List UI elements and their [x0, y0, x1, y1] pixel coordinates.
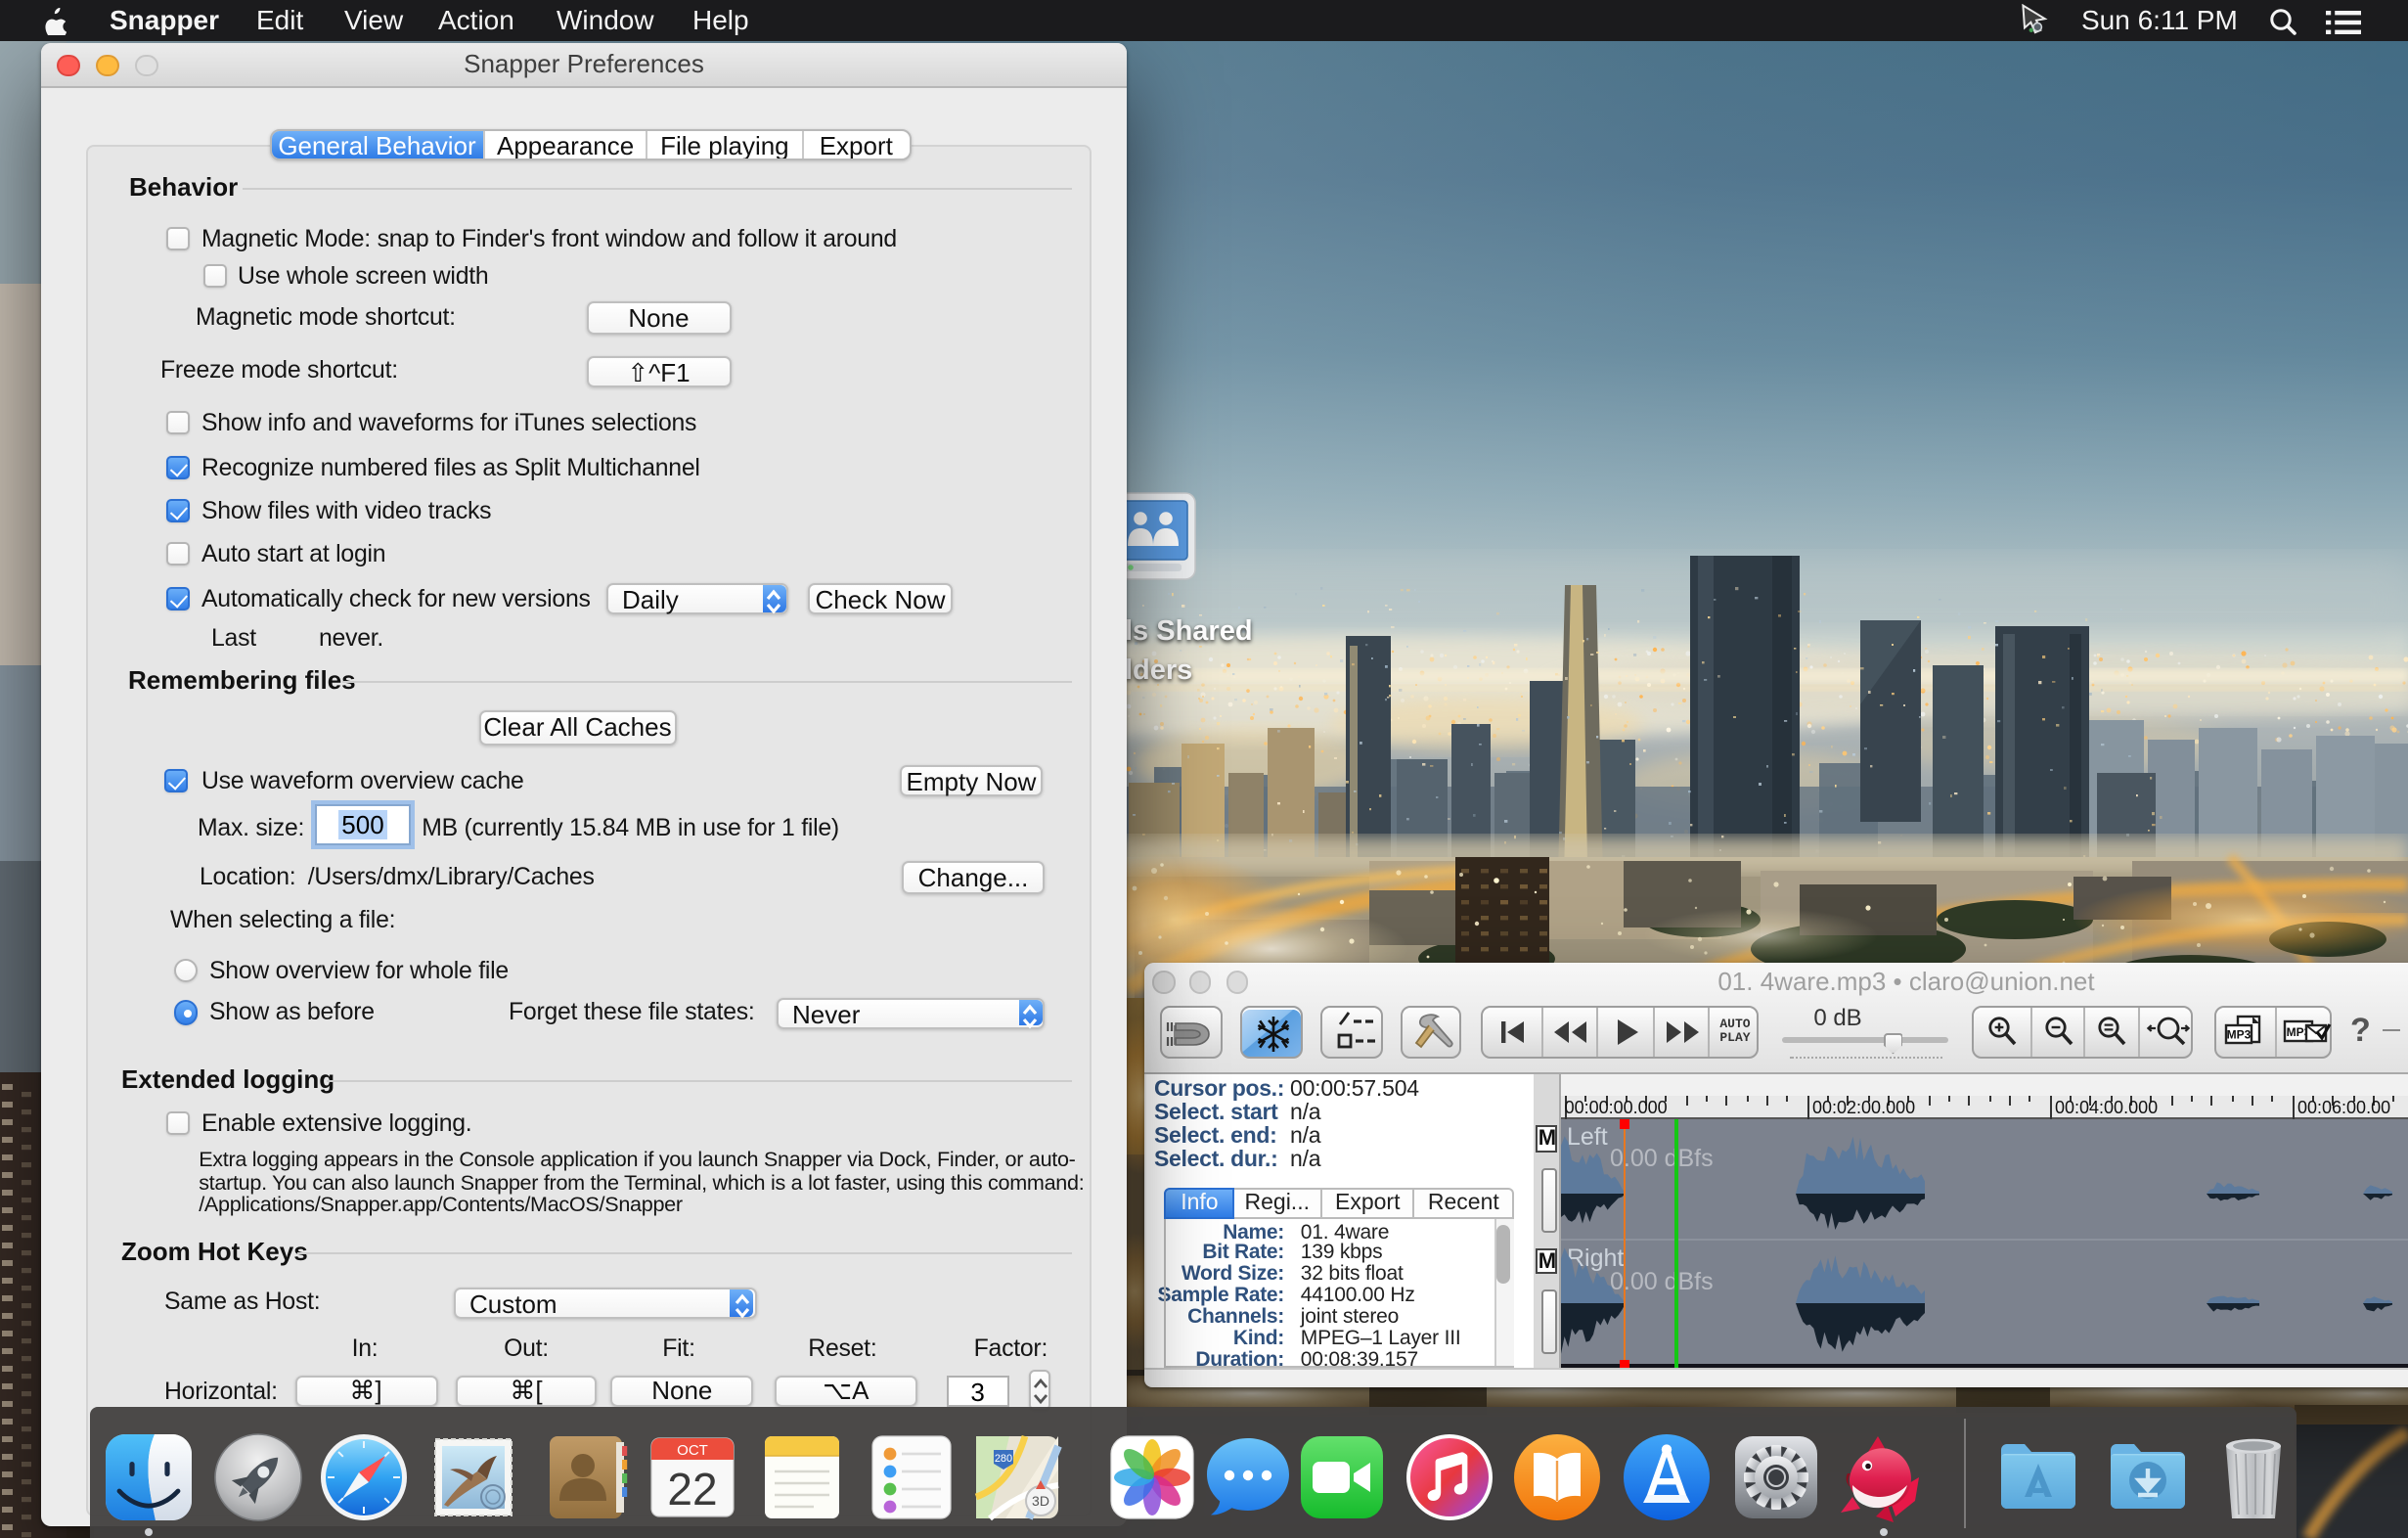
svg-text:22: 22	[666, 1463, 716, 1514]
svg-text:280: 280	[995, 1452, 1012, 1464]
svg-text:3D: 3D	[1032, 1492, 1049, 1508]
svg-text:OCT: OCT	[676, 1441, 707, 1458]
svg-text:MP3: MP3	[2227, 1027, 2252, 1041]
